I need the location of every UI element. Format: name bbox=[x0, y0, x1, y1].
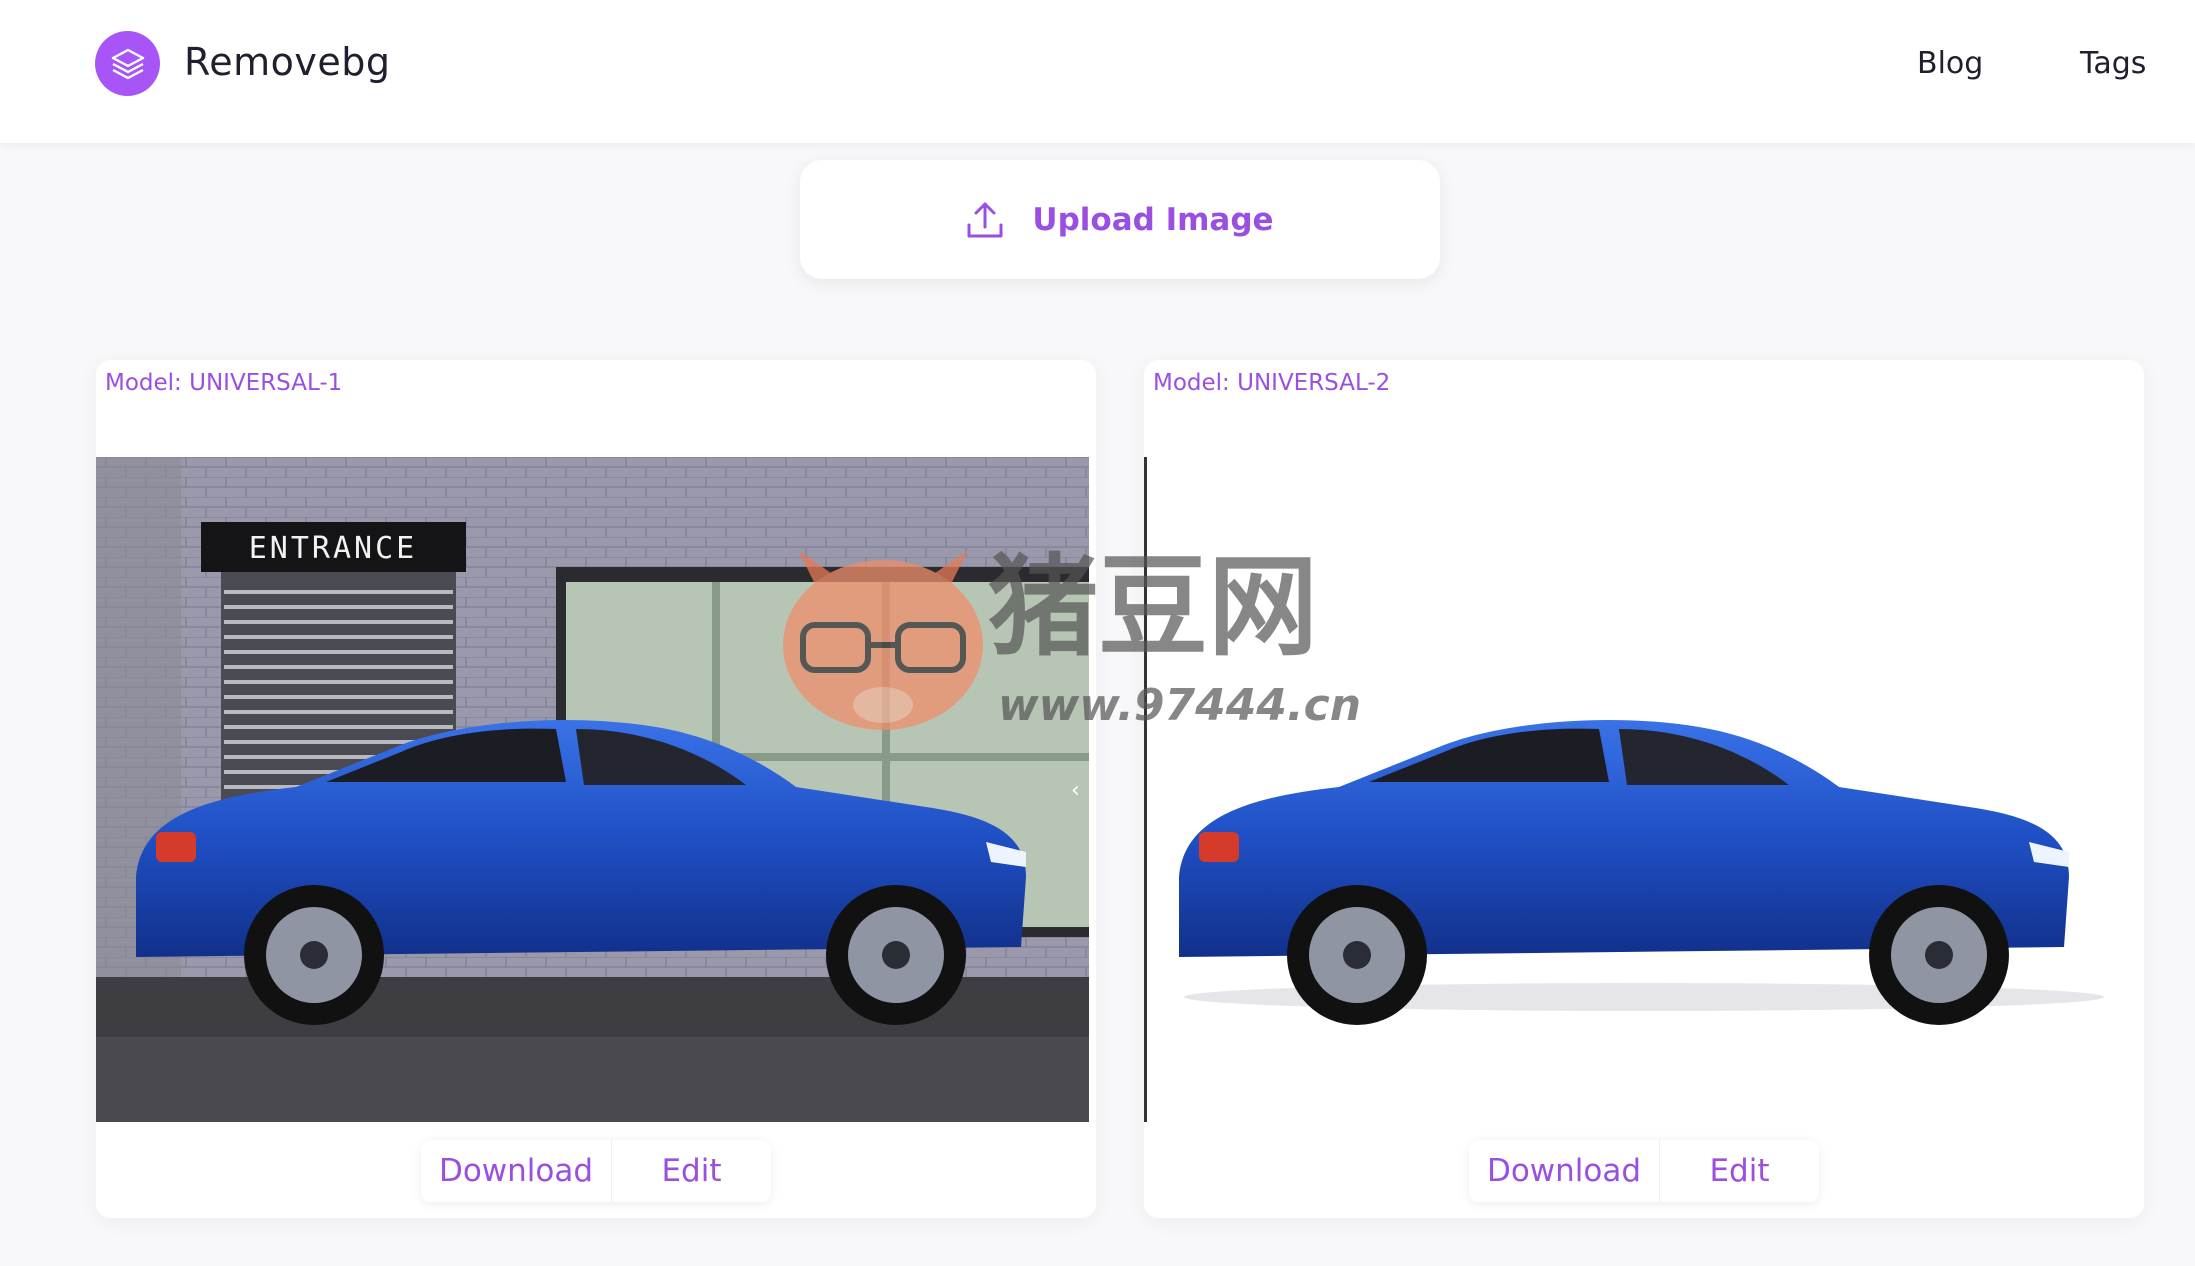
nav-blog-link[interactable]: Blog bbox=[1917, 46, 1983, 81]
top-header: Removebg Blog Tags bbox=[0, 0, 2195, 143]
result-image-removed-bg[interactable] bbox=[1144, 457, 2137, 1122]
result-image-original[interactable]: ENTRANCE ‹ bbox=[96, 457, 1089, 1122]
nav-tags-link[interactable]: Tags bbox=[2080, 46, 2146, 81]
model-label: Model: UNIVERSAL-2 bbox=[1153, 370, 1391, 396]
model-label: Model: UNIVERSAL-1 bbox=[105, 370, 343, 396]
result-card-universal-1: Model: UNIVERSAL-1 ENTRANCE ‹ Download E… bbox=[96, 360, 1096, 1218]
card-actions: Download Edit bbox=[421, 1140, 771, 1202]
upload-image-button[interactable]: Upload Image bbox=[800, 160, 1440, 279]
upload-icon bbox=[967, 202, 1003, 237]
edit-button[interactable]: Edit bbox=[611, 1140, 771, 1202]
download-button[interactable]: Download bbox=[1469, 1140, 1659, 1202]
download-button[interactable]: Download bbox=[421, 1140, 611, 1202]
layers-logo-icon[interactable] bbox=[95, 31, 160, 96]
compare-slider-handle: ‹ bbox=[1071, 778, 1080, 803]
upload-image-label: Upload Image bbox=[1032, 201, 1274, 238]
edit-button[interactable]: Edit bbox=[1659, 1140, 1819, 1202]
brand-name[interactable]: Removebg bbox=[184, 40, 390, 84]
entrance-sign: ENTRANCE bbox=[249, 531, 418, 566]
result-card-universal-2: Model: UNIVERSAL-2 Download Edit bbox=[1144, 360, 2144, 1218]
card-actions: Download Edit bbox=[1469, 1140, 1819, 1202]
